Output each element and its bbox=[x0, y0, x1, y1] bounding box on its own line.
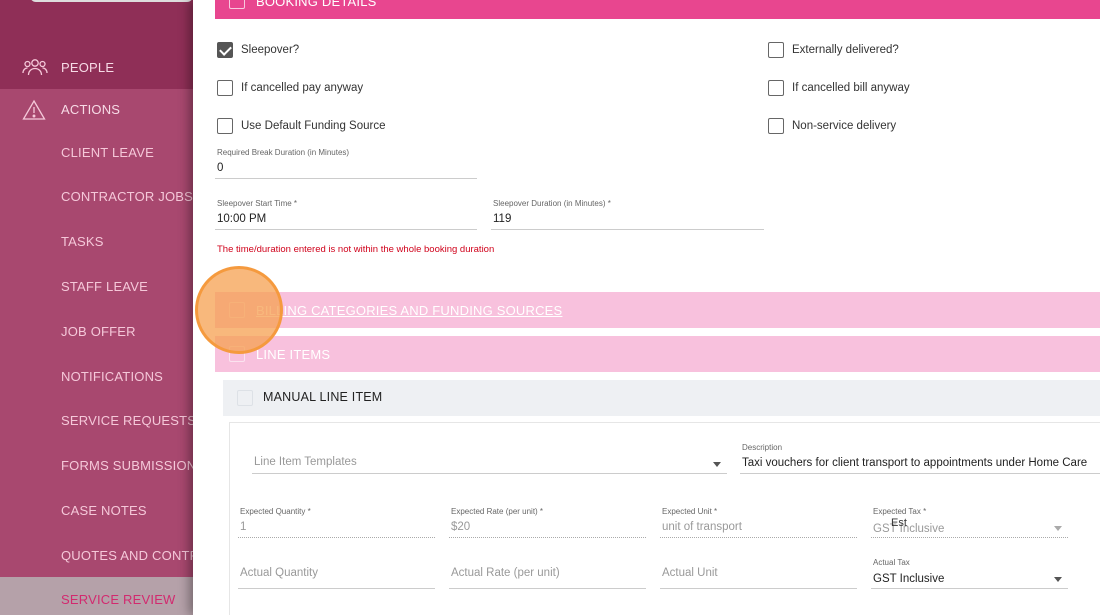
checkbox-label: Externally delivered? bbox=[792, 44, 899, 56]
section-title[interactable]: BILLING CATEGORIES AND FUNDING SOURCES bbox=[256, 303, 562, 318]
field-value: GST Inclusive bbox=[873, 573, 945, 585]
sidebar-item-label: CONTRACTOR JOBS bbox=[61, 188, 193, 204]
sidebar-item-actions[interactable]: ACTIONS bbox=[0, 87, 193, 131]
actual-tax-select[interactable]: Actual Tax GST Inclusive bbox=[871, 558, 1068, 589]
sidebar-item-label: QUOTES AND CONTRA bbox=[61, 547, 193, 563]
sidebar-item-tasks[interactable]: TASKS bbox=[0, 219, 193, 263]
sleepover-checkbox-row[interactable]: Sleepover? bbox=[217, 42, 299, 58]
actual-unit-field[interactable]: Actual Unit bbox=[660, 563, 857, 589]
sleepover-start-time-field[interactable]: Sleepover Start Time * 10:00 PM bbox=[215, 199, 477, 230]
expected-quantity-field[interactable]: Expected Quantity * 1 bbox=[238, 507, 435, 538]
estimate-label: Est bbox=[891, 517, 907, 529]
field-placeholder: Actual Unit bbox=[662, 567, 718, 579]
field-value: Taxi vouchers for client transport to ap… bbox=[742, 457, 1088, 469]
non-service-checkbox-row[interactable]: Non-service delivery bbox=[768, 118, 896, 134]
sidebar-item-service-review[interactable]: SERVICE REVIEW bbox=[0, 577, 193, 615]
checkbox-label: Non-service delivery bbox=[792, 120, 897, 132]
field-label: Required Break Duration (in Minutes) bbox=[217, 148, 350, 157]
sidebar-item-quotes-and-contracts[interactable]: QUOTES AND CONTRA bbox=[0, 533, 193, 577]
cancelled-bill-checkbox[interactable] bbox=[768, 80, 784, 96]
click-highlight-indicator bbox=[195, 266, 283, 354]
field-label: Expected Tax * bbox=[873, 507, 927, 516]
sidebar-item-label: SERVICE REQUESTS bbox=[61, 412, 193, 428]
section-title: BOOKING DETAILS bbox=[256, 0, 377, 9]
sidebar-item-people[interactable]: PEOPLE bbox=[0, 45, 193, 89]
line-item-templates-select[interactable]: Line Item Templates bbox=[252, 451, 727, 474]
field-label: Actual Tax bbox=[873, 558, 910, 567]
field-label: Description bbox=[742, 443, 783, 452]
field-value: 1 bbox=[240, 521, 247, 533]
sidebar-item-label: FORMS SUBMISSIONS bbox=[61, 457, 193, 473]
section-title: LINE ITEMS bbox=[256, 346, 331, 362]
description-field[interactable]: Description Taxi vouchers for client tra… bbox=[740, 443, 1100, 474]
actual-quantity-field[interactable]: Actual Quantity bbox=[238, 563, 435, 589]
field-placeholder: Actual Rate (per unit) bbox=[451, 567, 560, 579]
checkbox-label: If cancelled bill anyway bbox=[792, 82, 910, 94]
field-label: Expected Unit * bbox=[662, 507, 718, 516]
collapse-toggle-icon[interactable] bbox=[229, 0, 245, 9]
field-placeholder: Actual Quantity bbox=[240, 567, 318, 579]
cancelled-bill-checkbox-row[interactable]: If cancelled bill anyway bbox=[768, 80, 910, 96]
sidebar-item-label: PEOPLE bbox=[61, 59, 115, 75]
field-label: Expected Rate (per unit) * bbox=[451, 507, 544, 516]
sleepover-duration-field[interactable]: Sleepover Duration (in Minutes) * 119 bbox=[491, 199, 764, 230]
sidebar-item-staff-leave[interactable]: STAFF LEAVE bbox=[0, 264, 193, 308]
field-placeholder: Line Item Templates bbox=[254, 456, 357, 468]
field-value: $20 bbox=[451, 521, 471, 533]
sidebar-item-label: NOTIFICATIONS bbox=[61, 368, 164, 384]
expected-rate-field[interactable]: Expected Rate (per unit) * $20 bbox=[449, 507, 646, 538]
field-value: GST Inclusive bbox=[873, 523, 945, 535]
chevron-down-icon bbox=[1054, 577, 1062, 582]
field-label: Sleepover Start Time * bbox=[217, 199, 298, 208]
sidebar-item-contractor-jobs[interactable]: CONTRACTOR JOBS bbox=[0, 174, 193, 218]
section-billing-categories[interactable]: BILLING CATEGORIES AND FUNDING SOURCES bbox=[215, 292, 1100, 328]
sidebar-item-case-notes[interactable]: CASE NOTES bbox=[0, 488, 193, 532]
sidebar-item-label: CASE NOTES bbox=[61, 502, 147, 518]
sidebar-item-label: TASKS bbox=[61, 233, 104, 249]
expected-unit-field[interactable]: Expected Unit * unit of transport bbox=[660, 507, 857, 538]
field-label: Expected Quantity * bbox=[240, 507, 311, 516]
people-icon bbox=[22, 57, 48, 77]
sidebar-item-service-requests[interactable]: SERVICE REQUESTS bbox=[0, 398, 193, 442]
externally-delivered-checkbox-row[interactable]: Externally delivered? bbox=[768, 42, 899, 58]
sidebar-item-job-offer[interactable]: JOB OFFER bbox=[0, 309, 193, 353]
cancelled-pay-checkbox-row[interactable]: If cancelled pay anyway bbox=[217, 80, 363, 96]
externally-delivered-checkbox[interactable] bbox=[768, 42, 784, 58]
chevron-down-icon bbox=[1054, 526, 1062, 531]
sidebar-item-label: ACTIONS bbox=[61, 101, 121, 117]
non-service-checkbox[interactable] bbox=[768, 118, 784, 134]
field-value: 119 bbox=[493, 213, 512, 225]
field-value: unit of transport bbox=[662, 521, 742, 533]
cancelled-pay-checkbox[interactable] bbox=[217, 80, 233, 96]
sidebar-item-notifications[interactable]: NOTIFICATIONS bbox=[0, 354, 193, 398]
collapse-toggle-icon[interactable] bbox=[237, 390, 253, 406]
sidebar-item-label: CLIENT LEAVE bbox=[61, 144, 154, 160]
sidebar-top-control[interactable] bbox=[30, 0, 193, 2]
default-funding-checkbox-row[interactable]: Use Default Funding Source bbox=[217, 118, 385, 134]
section-title: MANUAL LINE ITEM bbox=[263, 390, 383, 404]
sidebar-item-label: SERVICE REVIEW bbox=[61, 591, 176, 607]
field-value: 10:00 PM bbox=[217, 213, 267, 225]
sidebar-item-client-leave[interactable]: CLIENT LEAVE bbox=[0, 130, 193, 174]
warning-icon bbox=[22, 99, 46, 120]
default-funding-checkbox[interactable] bbox=[217, 118, 233, 134]
actual-rate-field[interactable]: Actual Rate (per unit) bbox=[449, 563, 646, 589]
break-duration-field[interactable]: Required Break Duration (in Minutes) 0 bbox=[215, 148, 477, 179]
booking-form-panel: BOOKING DETAILS Sleepover? If cancelled … bbox=[193, 0, 1100, 615]
field-value: 0 bbox=[217, 162, 224, 174]
section-booking-details[interactable]: BOOKING DETAILS bbox=[215, 0, 1100, 19]
sidebar: PEOPLE ACTIONS CLIENT LEAVE CONTRACTOR J… bbox=[0, 0, 193, 615]
validation-error-message: The time/duration entered is not within … bbox=[217, 244, 495, 255]
checkbox-label: Use Default Funding Source bbox=[241, 120, 386, 132]
section-line-items[interactable]: LINE ITEMS bbox=[215, 336, 1100, 372]
sleepover-checkbox[interactable] bbox=[217, 42, 233, 58]
field-label: Sleepover Duration (in Minutes) * bbox=[493, 199, 611, 208]
checkbox-label: Sleepover? bbox=[241, 44, 300, 56]
sidebar-item-forms-submissions[interactable]: FORMS SUBMISSIONS bbox=[0, 443, 193, 487]
checkbox-label: If cancelled pay anyway bbox=[241, 82, 364, 94]
sidebar-item-label: JOB OFFER bbox=[61, 323, 136, 339]
sidebar-item-label: STAFF LEAVE bbox=[61, 278, 148, 294]
manual-line-item-header[interactable]: MANUAL LINE ITEM bbox=[223, 380, 1100, 416]
chevron-down-icon bbox=[713, 462, 721, 467]
